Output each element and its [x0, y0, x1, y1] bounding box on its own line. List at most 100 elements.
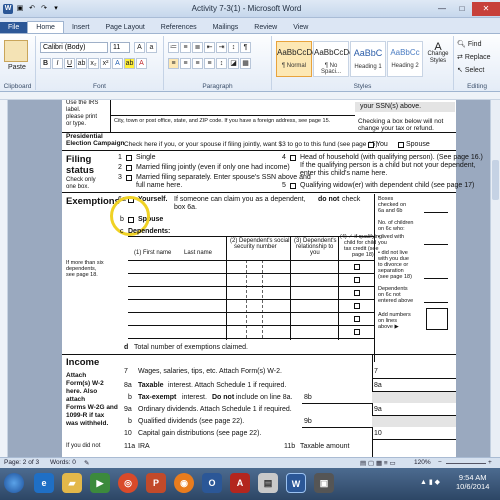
print-layout-icon[interactable]: ▤ — [360, 460, 366, 467]
paste-button[interactable]: Paste — [8, 64, 26, 71]
undo-icon[interactable]: ↶ — [27, 4, 37, 14]
paste-icon[interactable] — [4, 40, 28, 62]
bullets-icon[interactable]: ≔ — [168, 42, 179, 53]
close-button[interactable]: ✕ — [472, 1, 500, 16]
borders-icon[interactable]: ▦ — [240, 58, 251, 69]
select-button[interactable]: ↖ Select — [457, 66, 484, 74]
text-effects-icon[interactable]: A — [112, 58, 123, 69]
tab-view[interactable]: View — [285, 22, 316, 33]
document-page[interactable]: Use the IRS label. please print or type.… — [62, 100, 483, 457]
zoom-in-icon[interactable]: + — [488, 459, 492, 466]
qualifying-widow-checkbox[interactable] — [290, 183, 296, 189]
style-heading-2[interactable]: AaBbCc Heading 2 — [387, 41, 423, 77]
married-separately-checkbox[interactable] — [126, 175, 132, 181]
tray-icons[interactable]: ▲ ▮ ◆ — [420, 478, 440, 486]
tab-references[interactable]: References — [153, 22, 205, 33]
find-button[interactable]: 🔍︎ Find — [457, 40, 481, 48]
tab-home[interactable]: Home — [27, 21, 64, 33]
internet-explorer-icon[interactable]: e — [34, 473, 54, 493]
sort-icon[interactable]: ↕ — [228, 42, 239, 53]
zoom-slider[interactable] — [446, 463, 486, 464]
entry-line[interactable] — [424, 244, 448, 245]
customize-toolbar-icon[interactable]: ▾ — [51, 4, 61, 14]
document-icon[interactable]: ▤ — [258, 473, 278, 493]
file-explorer-icon[interactable]: ▰ — [62, 473, 82, 493]
acrobat-icon[interactable]: A — [230, 473, 250, 493]
child-tax-credit-checkbox[interactable] — [354, 329, 360, 335]
child-tax-credit-checkbox[interactable] — [354, 303, 360, 309]
tab-mailings[interactable]: Mailings — [205, 22, 247, 33]
italic-icon[interactable]: I — [52, 58, 63, 69]
single-checkbox[interactable] — [126, 155, 132, 161]
replace-button[interactable]: ⇄ Replace — [457, 53, 491, 61]
web-layout-icon[interactable]: ▦ — [376, 460, 382, 467]
shading-icon[interactable]: ◪ — [228, 58, 239, 69]
clock[interactable]: 9:54 AM 10/6/2014 — [456, 473, 489, 491]
style-heading-1[interactable]: AaBbC Heading 1 — [350, 41, 386, 77]
child-tax-credit-checkbox[interactable] — [354, 264, 360, 270]
head-of-household-checkbox[interactable] — [290, 155, 296, 161]
outline-icon[interactable]: ≡ — [384, 460, 388, 467]
married-jointly-checkbox[interactable] — [126, 165, 132, 171]
style-normal[interactable]: AaBbCcDc ¶ Normal — [276, 41, 316, 77]
align-right-icon[interactable]: ≡ — [192, 58, 203, 69]
minimize-button[interactable]: — — [432, 2, 452, 16]
underline-icon[interactable]: U — [64, 58, 75, 69]
start-button-icon[interactable] — [4, 473, 24, 493]
line-spacing-icon[interactable]: ↕ — [216, 58, 227, 69]
media-player-icon[interactable]: ▶ — [90, 473, 110, 493]
redo-icon[interactable]: ↷ — [39, 4, 49, 14]
font-name-select[interactable]: Calibri (Body) — [40, 42, 108, 53]
zoom-level[interactable]: 120% — [414, 459, 431, 466]
tab-review[interactable]: Review — [246, 22, 285, 33]
outlook-icon[interactable]: O — [202, 473, 222, 493]
superscript-icon[interactable]: x² — [100, 58, 111, 69]
child-tax-credit-checkbox[interactable] — [354, 290, 360, 296]
word-count[interactable]: Words: 0 — [50, 459, 76, 466]
draft-icon[interactable]: ▭ — [390, 460, 396, 467]
numbering-icon[interactable]: ≡ — [180, 42, 191, 53]
maximize-button[interactable]: □ — [452, 2, 472, 16]
align-left-icon[interactable]: ≡ — [168, 58, 179, 69]
strikethrough-icon[interactable]: ab — [76, 58, 87, 69]
grow-font-icon[interactable]: A — [134, 42, 145, 53]
justify-icon[interactable]: ≡ — [204, 58, 215, 69]
subscript-icon[interactable]: x₂ — [88, 58, 99, 69]
horizontal-ruler[interactable] — [0, 92, 500, 100]
entry-line[interactable] — [424, 302, 448, 303]
tab-insert[interactable]: Insert — [64, 22, 98, 33]
save-icon[interactable]: ▣ — [15, 4, 25, 14]
show-marks-icon[interactable]: ¶ — [240, 42, 251, 53]
scroll-thumb[interactable] — [492, 160, 499, 200]
shrink-font-icon[interactable]: a — [146, 42, 157, 53]
chrome-icon[interactable]: ◎ — [118, 473, 138, 493]
increase-indent-icon[interactable]: ⇥ — [216, 42, 227, 53]
full-screen-icon[interactable]: ▢ — [368, 460, 374, 467]
terminal-icon[interactable]: ▣ — [314, 473, 334, 493]
spouse-checkbox[interactable] — [398, 142, 404, 148]
vertical-ruler[interactable] — [0, 100, 8, 457]
font-size-select[interactable]: 11 — [110, 42, 130, 53]
exemptions-total-box[interactable] — [426, 308, 448, 330]
child-tax-credit-checkbox[interactable] — [354, 277, 360, 283]
style-no-spacing[interactable]: AaBbCcDc ¶ No Spaci... — [313, 41, 353, 77]
tab-file[interactable]: File — [0, 22, 28, 33]
entry-line[interactable] — [424, 212, 448, 213]
word-taskbar-icon[interactable]: W — [286, 473, 306, 493]
zoom-out-icon[interactable]: − — [438, 459, 442, 466]
entry-line[interactable] — [424, 278, 448, 279]
firefox-icon[interactable]: ◉ — [174, 473, 194, 493]
powerpoint-icon[interactable]: P — [146, 473, 166, 493]
align-center-icon[interactable]: ≡ — [180, 58, 191, 69]
font-color-icon[interactable]: A — [136, 58, 147, 69]
bold-icon[interactable]: B — [40, 58, 51, 69]
change-styles-button[interactable]: A Change Styles — [426, 42, 450, 65]
tab-page-layout[interactable]: Page Layout — [97, 22, 152, 33]
highlight-icon[interactable]: ab — [124, 58, 135, 69]
vertical-scrollbar[interactable] — [490, 100, 500, 457]
word-logo-icon[interactable]: W — [3, 3, 13, 14]
multilevel-list-icon[interactable]: ≣ — [192, 42, 203, 53]
child-tax-credit-checkbox[interactable] — [354, 316, 360, 322]
decrease-indent-icon[interactable]: ⇤ — [204, 42, 215, 53]
page-indicator[interactable]: Page: 2 of 3 — [4, 459, 39, 466]
